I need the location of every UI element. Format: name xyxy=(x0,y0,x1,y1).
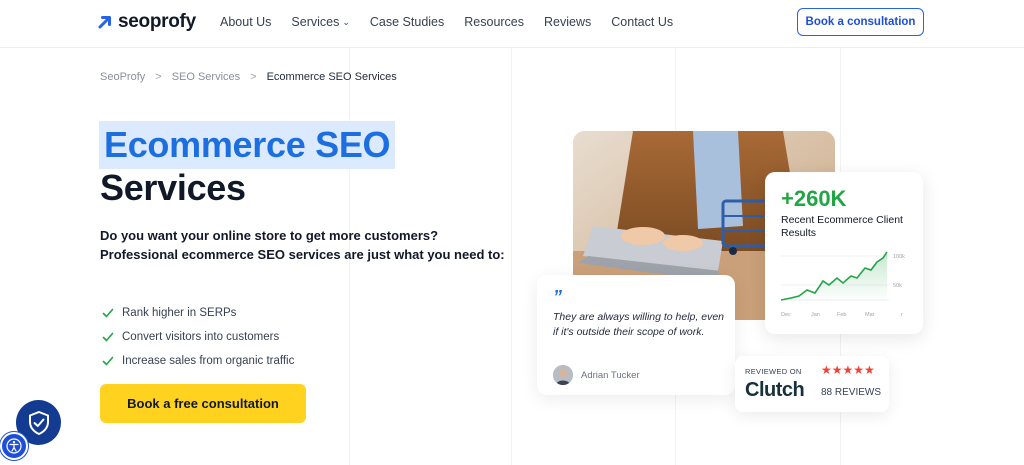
benefit-text: Increase sales from organic traffic xyxy=(122,355,295,367)
results-label: Recent Ecommerce Client Results xyxy=(781,214,903,239)
x-tick-label: Jan xyxy=(811,312,820,318)
x-tick-label: r xyxy=(901,312,903,318)
breadcrumb-separator: > xyxy=(250,71,257,83)
x-tick-label: Mar xyxy=(865,312,875,318)
check-icon xyxy=(102,356,114,366)
reviews-count: 88 REVIEWS xyxy=(821,387,882,398)
check-icon xyxy=(102,332,114,342)
avatar xyxy=(553,365,573,385)
list-item: Convert visitors into customers xyxy=(102,325,294,349)
accessibility-icon xyxy=(6,438,22,454)
logo-text: seoprofy xyxy=(118,11,196,32)
list-item: Rank higher in SERPs xyxy=(102,301,294,325)
page-title-highlight: Ecommerce SEO xyxy=(99,121,396,169)
book-consultation-button[interactable]: Book a consultation xyxy=(797,8,924,36)
grid-line xyxy=(511,48,512,465)
x-tick-label: Dec xyxy=(781,312,791,318)
shield-check-icon xyxy=(28,410,49,435)
reviewed-on-label: REVIEWED ON xyxy=(745,367,802,376)
benefit-text: Rank higher in SERPs xyxy=(122,307,237,319)
nav-case-studies[interactable]: Case Studies xyxy=(370,15,444,29)
nav-reviews[interactable]: Reviews xyxy=(544,15,591,29)
clutch-badge[interactable]: REVIEWED ON Clutch ★★★★★ 88 REVIEWS xyxy=(735,356,889,412)
testimonial-author: Adrian Tucker xyxy=(553,365,640,385)
y-tick-label: 50k xyxy=(893,283,902,289)
breadcrumb: SeoProfy > SEO Services > Ecommerce SEO … xyxy=(100,71,397,83)
site-header: seoprofy About Us Services ⌄ Case Studie… xyxy=(0,0,1024,48)
nav-about-us[interactable]: About Us xyxy=(220,15,271,29)
quote-icon: ” xyxy=(553,287,562,307)
page-title-rest: Services xyxy=(100,167,246,208)
author-name: Adrian Tucker xyxy=(581,369,640,381)
list-item: Increase sales from organic traffic xyxy=(102,349,294,373)
breadcrumb-seo-services[interactable]: SEO Services xyxy=(172,71,240,83)
breadcrumb-home[interactable]: SeoProfy xyxy=(100,71,145,83)
results-card: +260K Recent Ecommerce Client Results 10… xyxy=(765,172,923,334)
x-tick-label: Feb xyxy=(837,312,846,318)
testimonial-text: They are always willing to help, even if… xyxy=(553,311,725,338)
nav-resources[interactable]: Resources xyxy=(464,15,524,29)
logo[interactable]: seoprofy xyxy=(98,11,196,33)
book-free-consultation-button[interactable]: Book a free consultation xyxy=(100,384,306,423)
nav-services[interactable]: Services ⌄ xyxy=(291,15,349,29)
benefits-list: Rank higher in SERPs Convert visitors in… xyxy=(102,301,294,373)
clutch-logo: Clutch xyxy=(745,379,805,401)
chevron-down-icon: ⌄ xyxy=(342,17,350,27)
arrow-up-right-icon xyxy=(98,16,111,29)
nav-services-label: Services xyxy=(291,15,340,29)
testimonial-card: ” They are always willing to help, even … xyxy=(537,275,735,395)
accessibility-button[interactable] xyxy=(0,432,28,460)
breadcrumb-current: Ecommerce SEO Services xyxy=(266,71,397,83)
check-icon xyxy=(102,308,114,318)
main-nav: About Us Services ⌄ Case Studies Resourc… xyxy=(220,15,673,29)
y-tick-label: 100k xyxy=(893,254,905,260)
nav-contact-us[interactable]: Contact Us xyxy=(611,15,673,29)
benefit-text: Convert visitors into customers xyxy=(122,331,280,343)
star-rating-icon: ★★★★★ xyxy=(821,363,875,377)
hero-lead: Do you want your online store to get mor… xyxy=(100,228,505,262)
results-value: +260K xyxy=(781,186,847,211)
growth-chart: 100k 50k Dec Jan Feb Mar r xyxy=(780,251,905,318)
breadcrumb-separator: > xyxy=(155,71,162,83)
